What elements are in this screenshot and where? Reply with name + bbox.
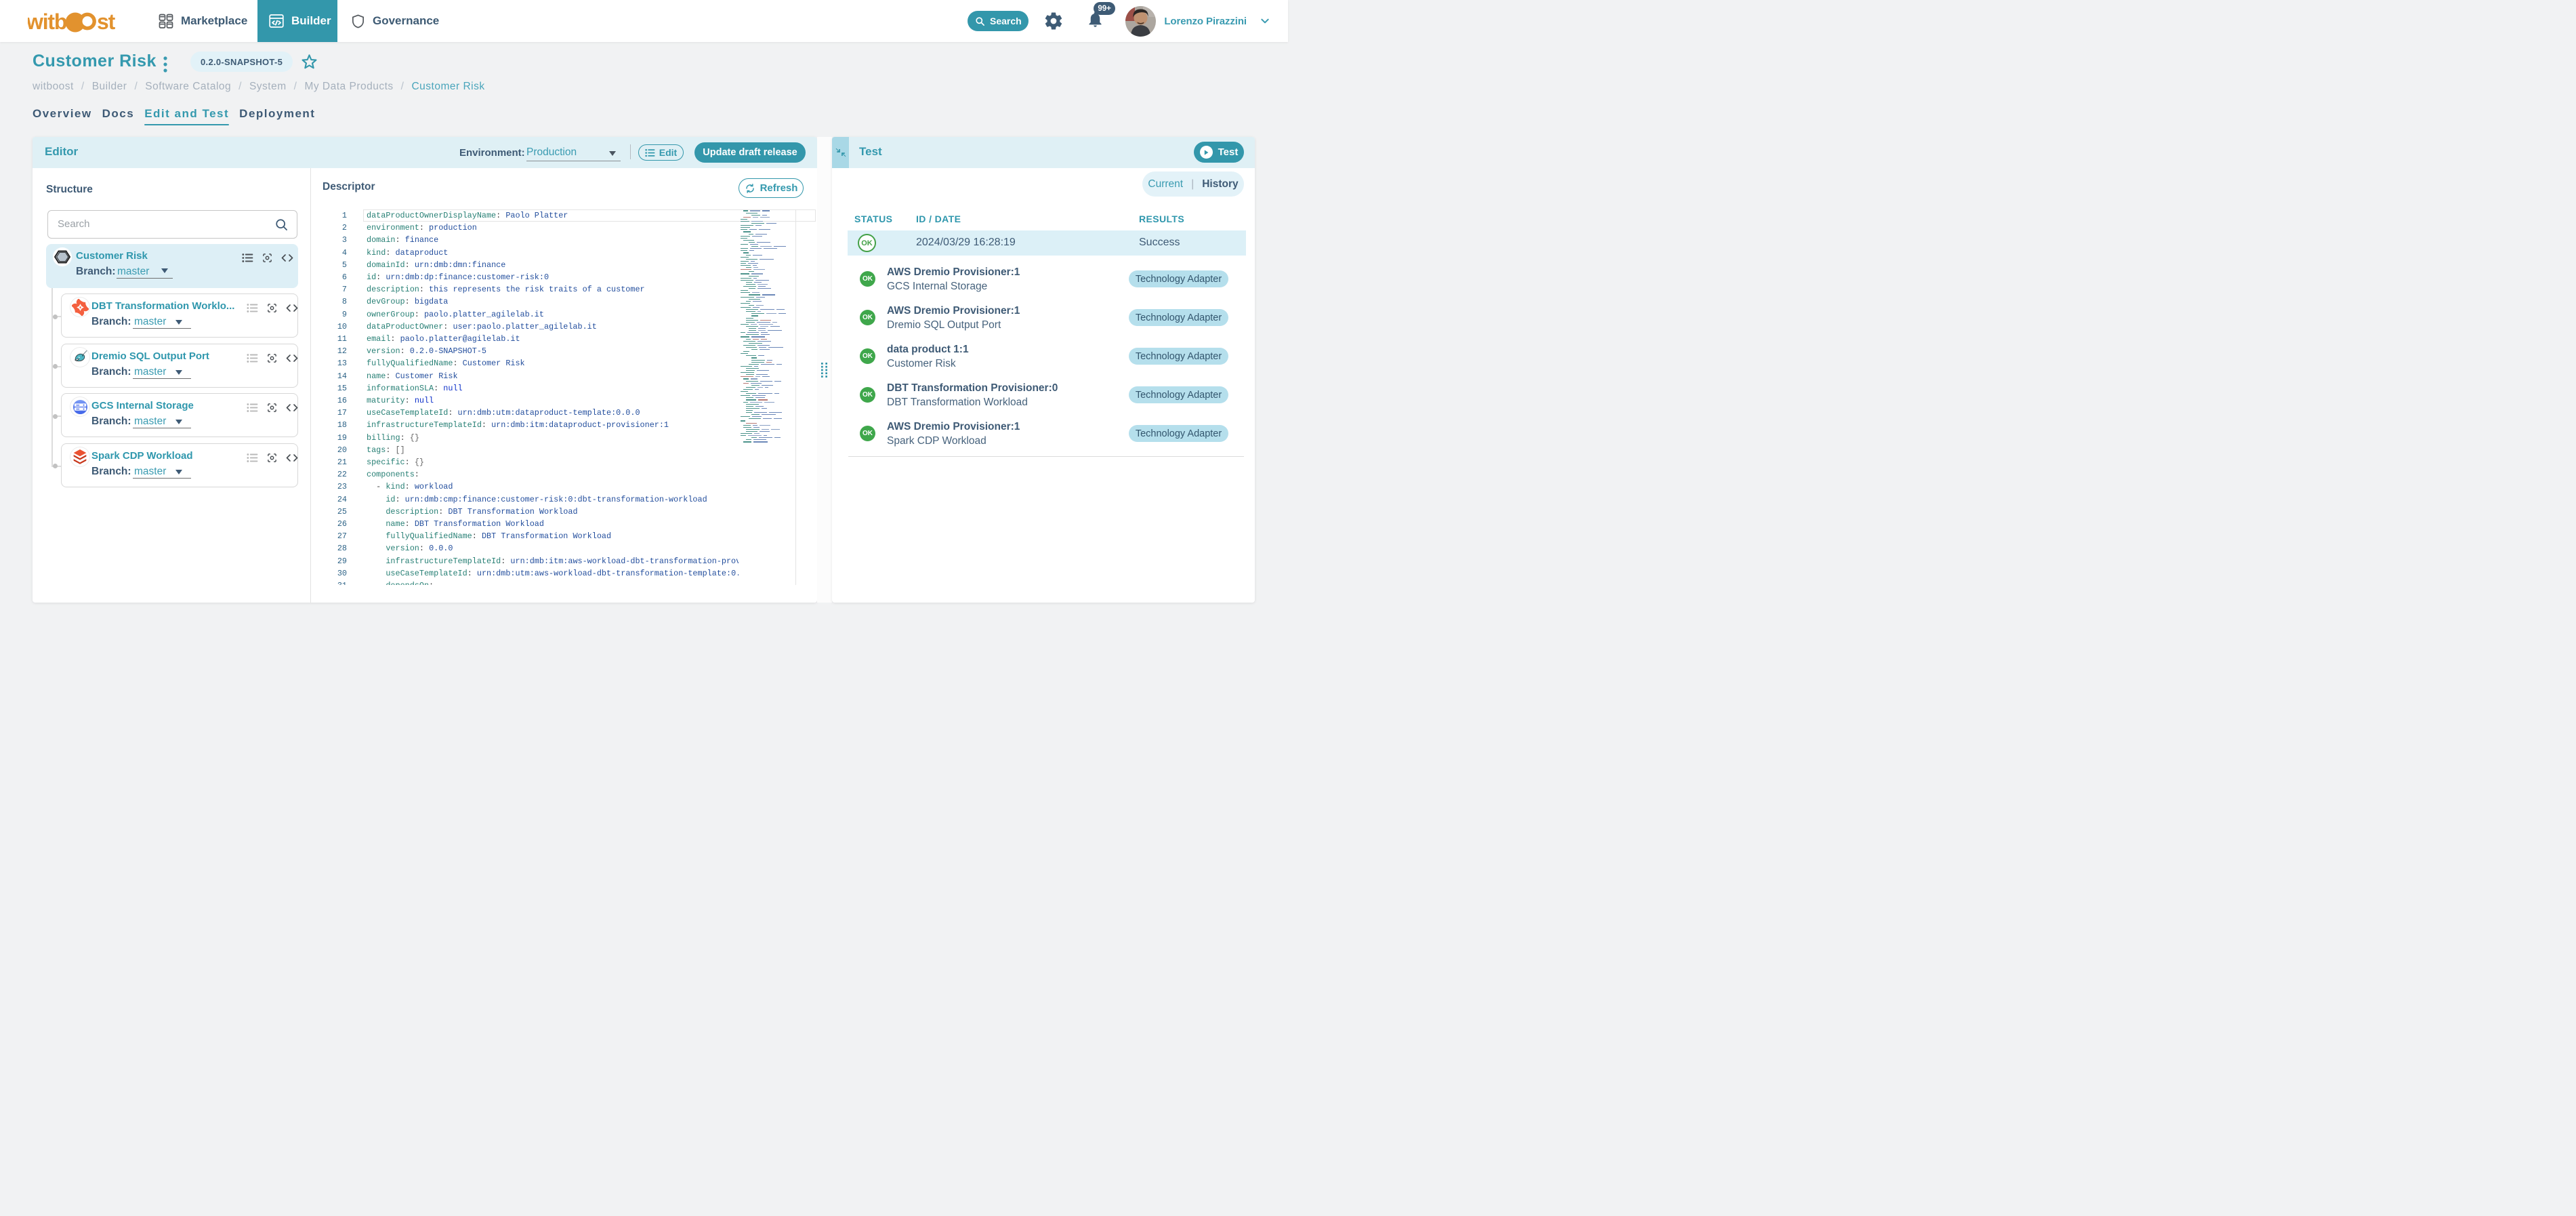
svg-text:witb: witb <box>28 10 67 33</box>
svg-text:st: st <box>97 10 116 33</box>
